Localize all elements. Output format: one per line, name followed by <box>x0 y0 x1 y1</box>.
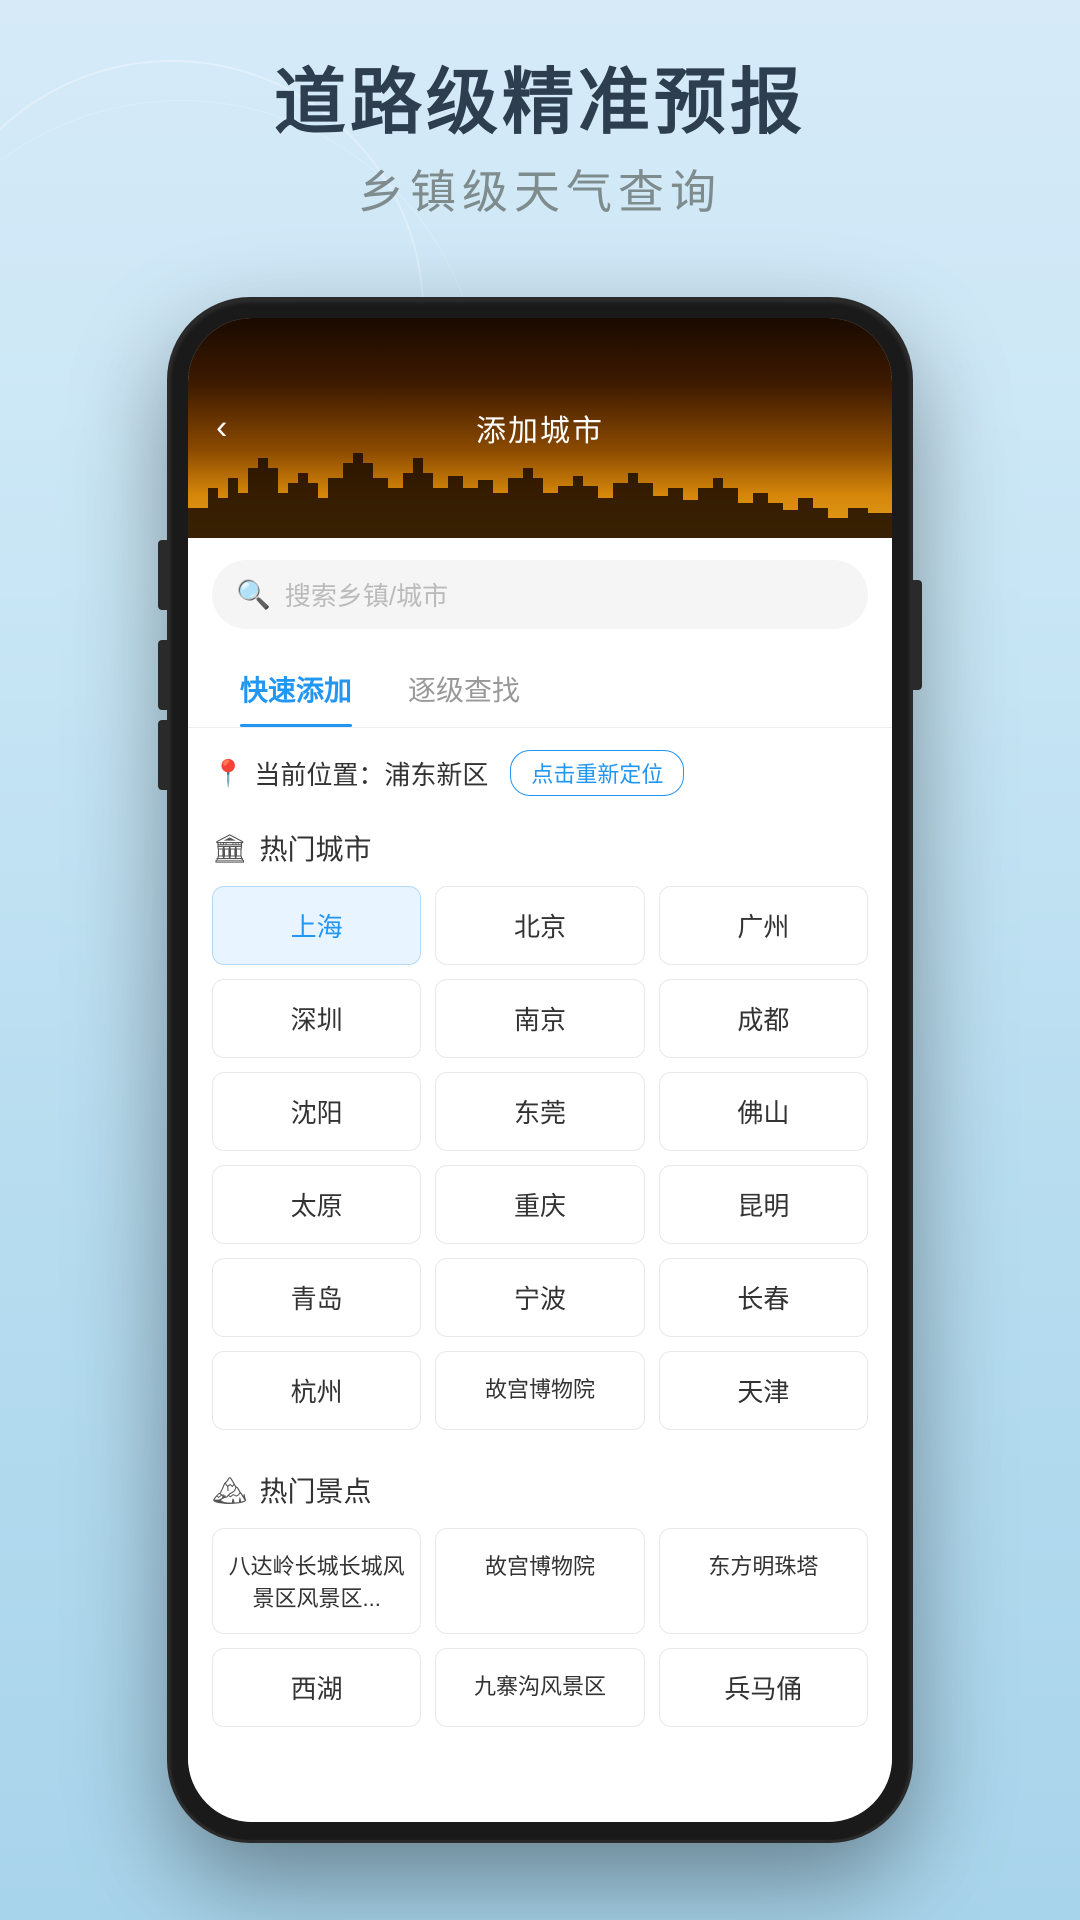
hot-attractions-grid: 八达岭长城长城风景区风景区... 故宫博物院 东方明珠塔 西湖 九寨沟风景区 兵… <box>212 1528 868 1727</box>
phone-screen: ‹ 添加城市 🔍 搜索乡镇/城市 快速添加 逐级查找 <box>188 318 892 1822</box>
attraction-westlake[interactable]: 西湖 <box>212 1648 421 1727</box>
hot-cities-grid: 上海 北京 广州 深圳 南京 成都 沈阳 东莞 佛山 太原 重庆 昆明 <box>212 886 868 1430</box>
city-icon: 🏛 <box>212 832 248 865</box>
city-cell-gugong[interactable]: 故宫博物院 <box>435 1351 644 1430</box>
city-cell-kunming[interactable]: 昆明 <box>659 1165 868 1244</box>
city-cell-qingdao[interactable]: 青岛 <box>212 1258 421 1337</box>
city-cell-chongqing[interactable]: 重庆 <box>435 1165 644 1244</box>
city-cell-dongguan[interactable]: 东莞 <box>435 1072 644 1151</box>
city-cell-tianjin[interactable]: 天津 <box>659 1351 868 1430</box>
hot-cities-label: 热门城市 <box>260 828 372 868</box>
attraction-orientalpearl[interactable]: 东方明珠塔 <box>659 1528 868 1634</box>
city-cell-foshan[interactable]: 佛山 <box>659 1072 868 1151</box>
city-cell-beijing[interactable]: 北京 <box>435 886 644 965</box>
search-area: 🔍 搜索乡镇/城市 <box>188 538 892 651</box>
city-cell-shanghai[interactable]: 上海 <box>212 886 421 965</box>
hot-cities-heading: 🏛 热门城市 <box>212 812 868 886</box>
tab-step-search[interactable]: 逐级查找 <box>380 651 548 727</box>
skyline-illustration <box>188 438 892 538</box>
phone-frame: ‹ 添加城市 🔍 搜索乡镇/城市 快速添加 逐级查找 <box>170 300 910 1840</box>
location-text: 当前位置：浦东新区 <box>254 755 488 792</box>
attraction-terracotta[interactable]: 兵马俑 <box>659 1648 868 1727</box>
attraction-badaling[interactable]: 八达岭长城长城风景区风景区... <box>212 1528 421 1634</box>
hot-attractions-label: 热门景点 <box>260 1470 372 1510</box>
search-bar[interactable]: 🔍 搜索乡镇/城市 <box>212 560 868 629</box>
hot-attractions-heading: 🏔 热门景点 <box>212 1454 868 1528</box>
phone-mockup: ‹ 添加城市 🔍 搜索乡镇/城市 快速添加 逐级查找 <box>170 300 910 1840</box>
attraction-jiuzhaigou[interactable]: 九寨沟风景区 <box>435 1648 644 1727</box>
screen-title: 添加城市 <box>476 406 604 450</box>
sub-title: 乡镇级天气查询 <box>0 156 1080 222</box>
city-cell-ningbo[interactable]: 宁波 <box>435 1258 644 1337</box>
attraction-gugong[interactable]: 故宫博物院 <box>435 1528 644 1634</box>
search-icon: 🔍 <box>236 578 271 611</box>
app-header: 道路级精准预报 乡镇级天气查询 <box>0 60 1080 222</box>
city-cell-hangzhou[interactable]: 杭州 <box>212 1351 421 1430</box>
search-input[interactable]: 搜索乡镇/城市 <box>285 576 448 613</box>
city-cell-changchun[interactable]: 长春 <box>659 1258 868 1337</box>
location-pin-icon: 📍 <box>212 758 244 789</box>
tab-quick-add[interactable]: 快速添加 <box>212 651 380 727</box>
mountain-icon: 🏔 <box>212 1474 248 1507</box>
content-scroll[interactable]: 📍 当前位置：浦东新区 点击重新定位 🏛 热门城市 上海 北京 广州 <box>188 728 892 1822</box>
main-title: 道路级精准预报 <box>0 60 1080 146</box>
relocate-button[interactable]: 点击重新定位 <box>510 750 684 796</box>
screen-header: ‹ 添加城市 <box>188 318 892 538</box>
city-cell-shenzhen[interactable]: 深圳 <box>212 979 421 1058</box>
city-cell-nanjing[interactable]: 南京 <box>435 979 644 1058</box>
city-cell-shenyang[interactable]: 沈阳 <box>212 1072 421 1151</box>
tabs-row: 快速添加 逐级查找 <box>188 651 892 728</box>
city-cell-chengdu[interactable]: 成都 <box>659 979 868 1058</box>
back-button[interactable]: ‹ <box>216 409 227 448</box>
city-cell-guangzhou[interactable]: 广州 <box>659 886 868 965</box>
location-row: 📍 当前位置：浦东新区 点击重新定位 <box>212 728 868 812</box>
city-cell-taiyuan[interactable]: 太原 <box>212 1165 421 1244</box>
